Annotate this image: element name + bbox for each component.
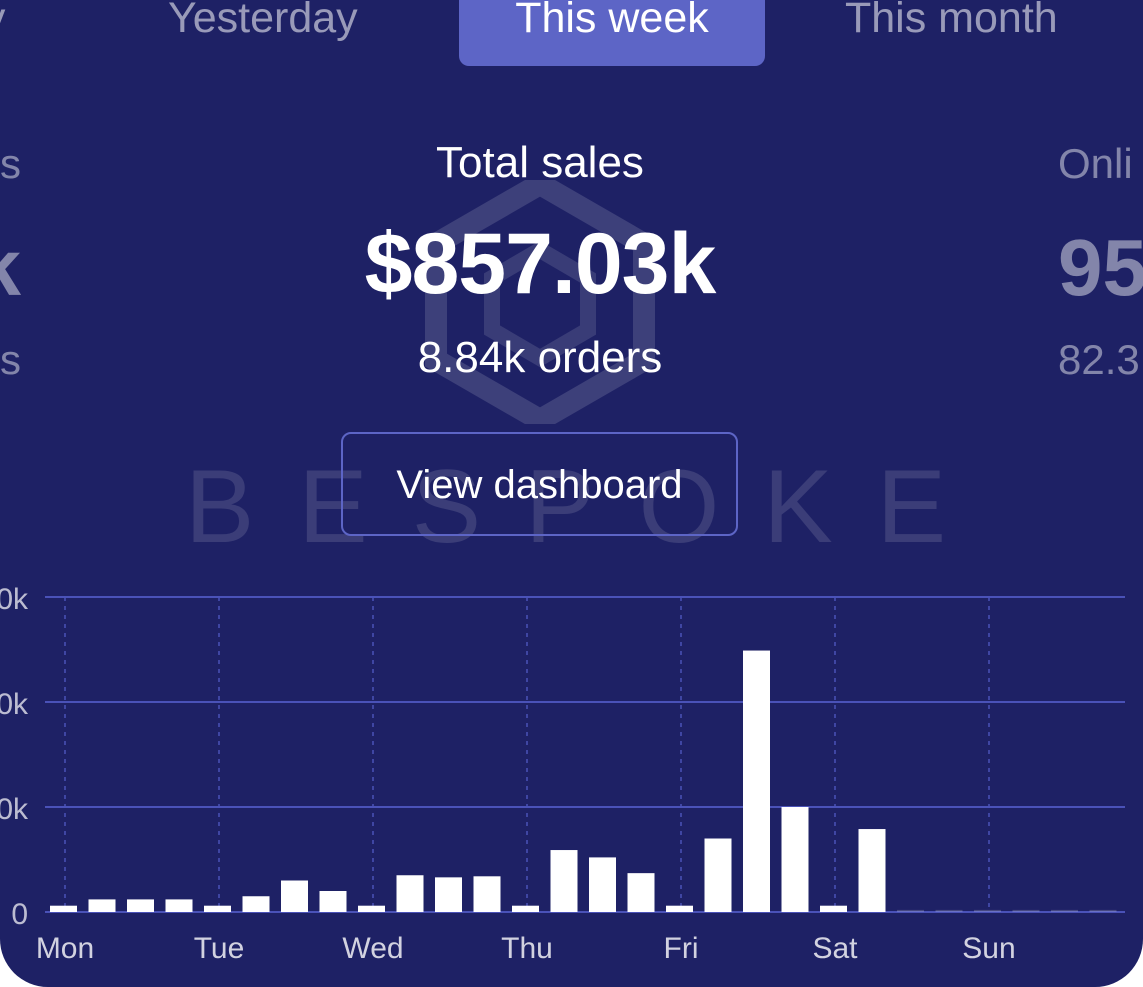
chart-x-tick-label: Mon [36,932,94,965]
metric-title: Total sales [436,138,644,187]
chart-bar [204,905,231,912]
metric-orders: 8.84k orders [417,333,663,382]
chart-bar [666,905,693,912]
chart-x-tick-label: Thu [501,932,553,965]
chart-bar [1012,909,1040,912]
chart-x-tick-label: Wed [342,932,403,965]
chart-bar [781,807,809,912]
chart-bar [165,899,193,912]
chart-bar [50,905,77,912]
tab-yesterday[interactable]: Yesterday [168,0,358,66]
chart-x-tick-label: Sun [962,932,1015,965]
chart-y-tick-label: 0k [0,583,29,616]
chart-bar [473,876,501,912]
metric-left-sub: s [0,336,21,383]
chart-bar [550,850,578,912]
tab-this-week[interactable]: This week [459,0,765,66]
metric-left-value: k [0,222,21,314]
chart-bar [319,891,347,912]
period-tabs: ay Yesterday This week This month [0,0,1143,70]
chart-bar [127,899,154,912]
metric-left-title: s [0,140,21,187]
chart-bar [435,877,462,912]
chart-bar [1089,909,1117,912]
chart-bar [281,880,308,912]
metric-right-value: 95 [1058,223,1143,312]
tab-today[interactable]: ay [0,0,5,66]
sales-bar-chart: 0 0k 0k 0k Mon Tue Wed Thu Fri Sat Sun [0,583,1125,965]
chart-x-tick-label: Sat [812,932,858,965]
chart-x-tick-label: Fri [664,932,699,965]
chart-bar [704,838,732,912]
chart-bar [242,896,270,912]
chart-bar [820,905,847,912]
sales-card: ay Yesterday This week This month BESPOK… [0,0,1143,987]
chart-bar [358,905,385,912]
chart-bar [396,875,424,912]
chart-bar [935,909,963,912]
chart-bar [512,905,539,912]
chart-bar [88,899,116,912]
view-dashboard-button[interactable]: View dashboard [341,432,738,536]
tab-this-month[interactable]: This month [845,0,1058,66]
chart-bar [627,873,655,912]
chart-bar [974,909,1001,912]
metric-right-sub: 82.3 [1058,336,1140,383]
chart-bar [897,909,924,912]
chart-y-tick-label: 0k [0,688,29,721]
chart-bar [743,650,770,912]
chart-bar [589,857,616,912]
chart-y-tick-label: 0k [0,793,29,826]
metric-right-title: Onli [1058,140,1133,187]
chart-x-tick-label: Tue [194,932,245,965]
chart-bar [858,829,886,912]
chart-bar [1051,909,1078,912]
metric-value: $857.03k [364,216,717,312]
chart-y-tick-label: 0 [11,898,28,931]
